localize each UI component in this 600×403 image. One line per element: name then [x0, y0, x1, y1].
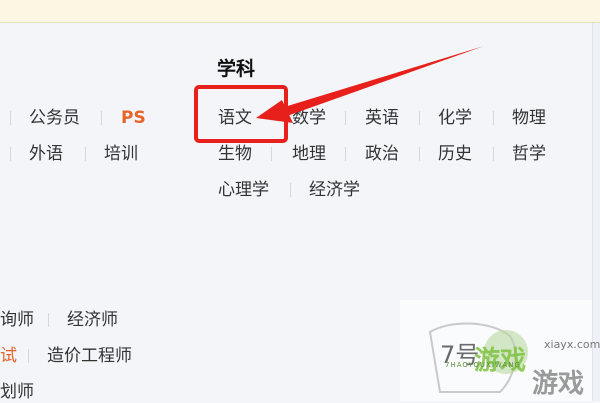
- link-foreign-language[interactable]: 外语: [29, 143, 63, 165]
- watermark-subtext: 7HAOYOUXIWANG: [445, 361, 521, 369]
- highlight-box: [194, 85, 288, 143]
- link-training[interactable]: 培训: [104, 143, 138, 165]
- link-biology[interactable]: 生物: [218, 143, 252, 165]
- separator: [493, 111, 494, 125]
- link-politics[interactable]: 政治: [365, 143, 399, 165]
- watermark-text-secondary: 游戏: [532, 369, 585, 399]
- separator: [48, 313, 49, 327]
- link-english[interactable]: 英语: [365, 107, 399, 129]
- link-planner[interactable]: 划师: [0, 381, 34, 403]
- separator: [271, 147, 272, 161]
- link-civil-servant[interactable]: 公务员: [29, 107, 80, 129]
- link-philosophy[interactable]: 哲学: [512, 143, 546, 165]
- separator: [345, 111, 346, 125]
- separator: [85, 147, 86, 161]
- link-history[interactable]: 历史: [438, 143, 472, 165]
- link-exam[interactable]: 试: [0, 345, 17, 367]
- link-geography[interactable]: 地理: [292, 143, 326, 165]
- subject-heading: 学科: [217, 58, 256, 80]
- separator: [419, 147, 420, 161]
- link-consultant[interactable]: 询师: [0, 309, 34, 331]
- browser-top-bar: [0, 0, 600, 23]
- link-cost-engineer[interactable]: 造价工程师: [47, 345, 132, 367]
- separator: [290, 183, 291, 197]
- link-physics[interactable]: 物理: [512, 107, 546, 129]
- separator: [101, 111, 102, 125]
- watermark-text: 游戏: [474, 346, 527, 376]
- link-chemistry[interactable]: 化学: [438, 107, 472, 129]
- separator: [28, 349, 29, 363]
- separator: [419, 111, 420, 125]
- separator: [493, 147, 494, 161]
- link-math[interactable]: 数学: [292, 107, 326, 129]
- link-economics[interactable]: 经济学: [309, 179, 360, 201]
- watermark-domain: xiayx.com: [544, 338, 600, 351]
- link-ps[interactable]: PS: [121, 107, 146, 129]
- link-economist[interactable]: 经济师: [67, 309, 118, 331]
- separator: [345, 147, 346, 161]
- separator: [10, 111, 11, 125]
- separator: [10, 147, 11, 161]
- link-psychology[interactable]: 心理学: [218, 179, 269, 201]
